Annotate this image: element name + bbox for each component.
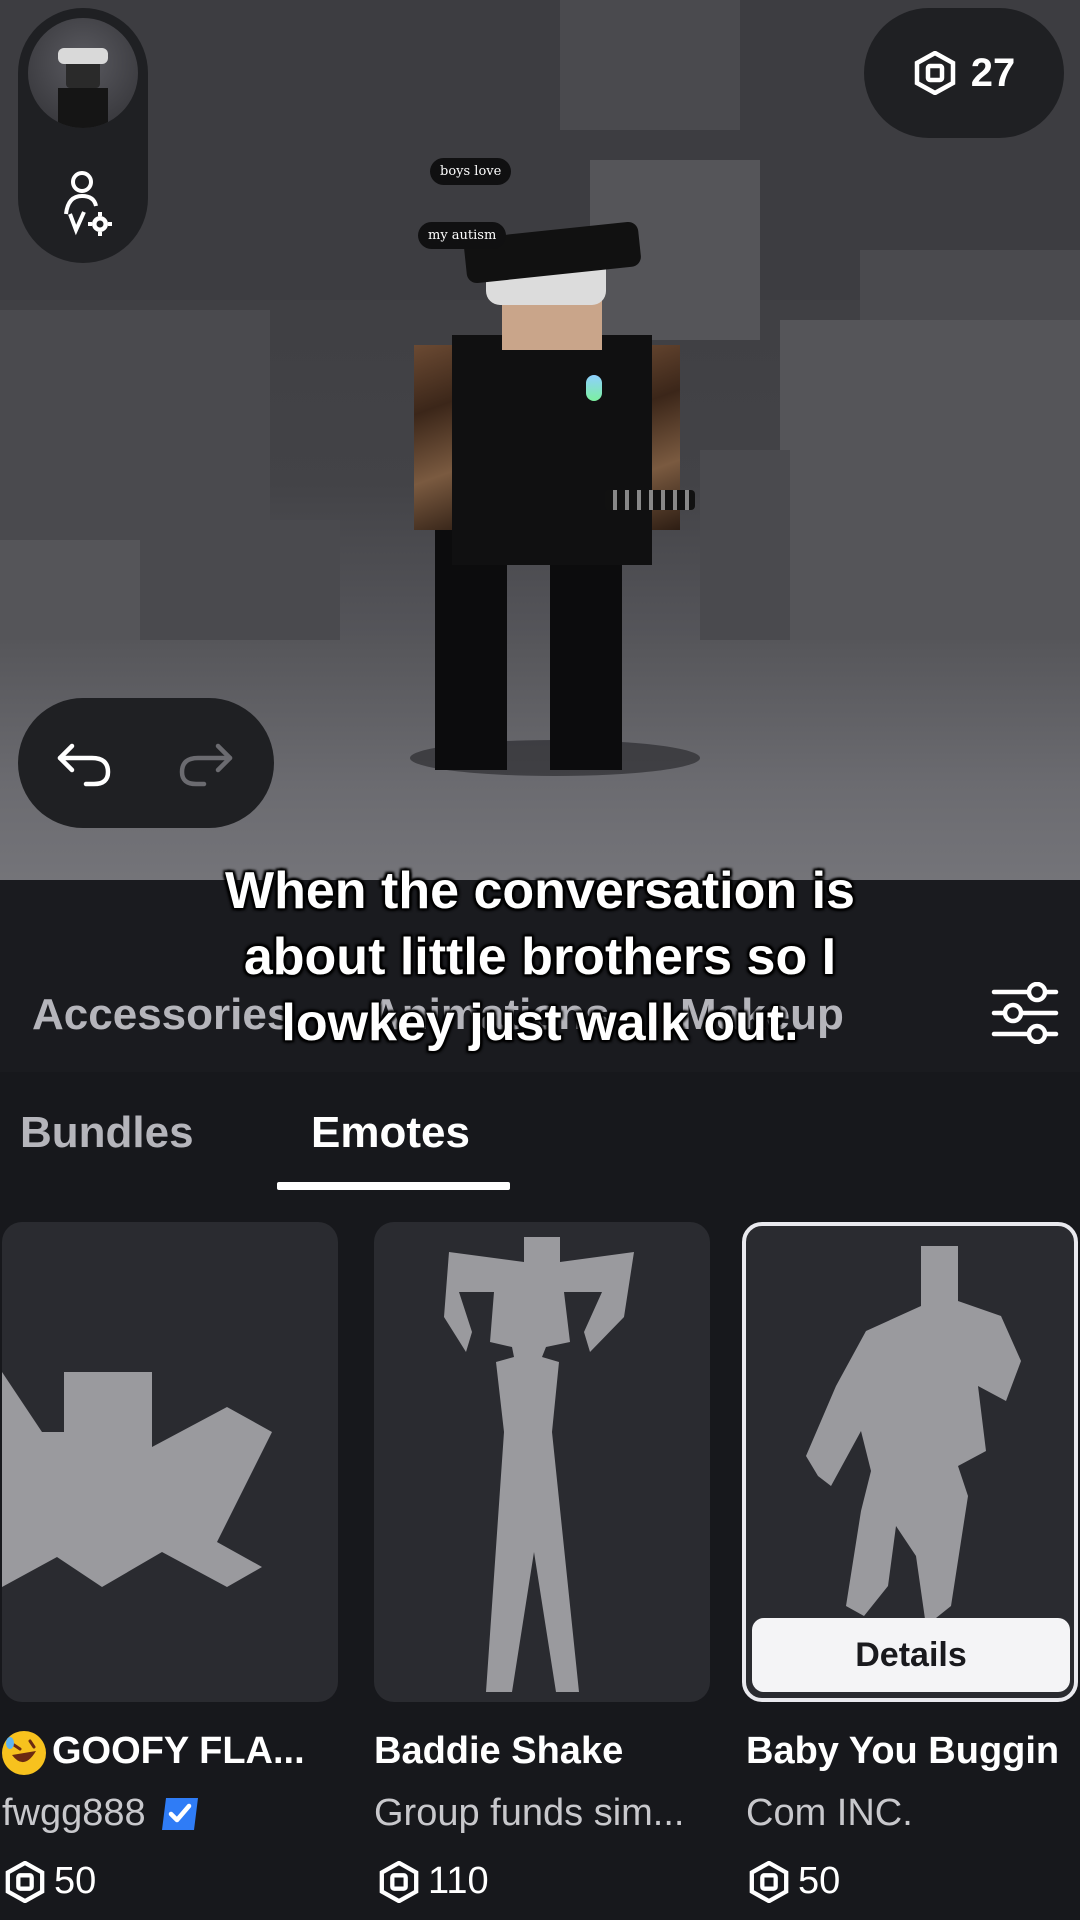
item-price: 50 — [4, 1860, 96, 1903]
creator-name: fwgg888 — [2, 1792, 146, 1834]
robux-icon — [749, 1860, 789, 1903]
tab-bundles[interactable]: Bundles — [20, 1108, 194, 1158]
character-right-leg — [550, 530, 622, 770]
robux-balance-value: 27 — [970, 50, 1016, 95]
price-value: 50 — [54, 1860, 97, 1902]
speech-bubble: boys love — [430, 158, 512, 185]
item-price: 50 — [748, 1860, 840, 1903]
filter-sliders-icon[interactable] — [990, 981, 1060, 1045]
verified-badge-icon — [161, 1797, 198, 1830]
avatar-settings-icon[interactable] — [58, 168, 114, 238]
emote-card[interactable] — [374, 1222, 710, 1702]
speech-bubble: my autism — [418, 222, 507, 249]
item-creator[interactable]: Com INC. — [746, 1792, 913, 1835]
item-name[interactable]: Baby You Buggin — [746, 1730, 1059, 1773]
caption-line: about little brothers so I — [243, 928, 837, 986]
thumb-hair — [58, 48, 108, 64]
undo-redo-controls — [18, 698, 274, 828]
robux-icon — [379, 1860, 419, 1903]
character-torso — [452, 335, 652, 565]
item-creator[interactable]: fwgg888 — [2, 1792, 200, 1835]
price-value: 110 — [428, 1860, 489, 1902]
creator-name: Com INC. — [746, 1792, 913, 1834]
character-studded-belt — [605, 490, 695, 510]
emote-thumbnail — [2, 1372, 272, 1587]
undo-icon[interactable] — [56, 738, 112, 788]
redo-icon[interactable] — [178, 738, 234, 788]
robux-icon — [5, 1860, 45, 1903]
emote-card[interactable] — [2, 1222, 338, 1702]
item-creator[interactable]: Group funds sim... — [374, 1792, 684, 1835]
item-price: 110 — [378, 1860, 489, 1903]
price-value: 50 — [798, 1860, 841, 1902]
character-left-leg — [435, 530, 507, 770]
robux-icon — [914, 51, 955, 95]
thumb-body — [58, 88, 108, 128]
rolling-on-floor-laughing-icon — [2, 1730, 46, 1775]
caption-line: When the conversation is — [225, 862, 855, 920]
backdrop-block — [560, 0, 740, 130]
details-button[interactable]: Details — [752, 1618, 1070, 1692]
item-name-text: GOOFY FLA... — [52, 1730, 305, 1772]
emote-thumbnail — [444, 1237, 634, 1692]
video-caption: When the conversation is about little br… — [140, 858, 940, 1056]
tab-emotes[interactable]: Emotes — [311, 1108, 470, 1158]
emote-card-selected[interactable]: Details — [742, 1222, 1078, 1702]
subtab-bar: Bundles Emotes — [0, 1072, 1080, 1192]
item-name[interactable]: Baddie Shake — [374, 1730, 623, 1773]
creator-name: Group funds sim... — [374, 1792, 685, 1834]
avatar-menu — [18, 8, 148, 263]
avatar-character[interactable] — [410, 120, 700, 780]
avatar-thumbnail[interactable] — [28, 18, 138, 128]
active-tab-indicator — [277, 1182, 510, 1190]
character-badge — [586, 375, 602, 401]
item-name[interactable]: GOOFY FLA... — [2, 1730, 305, 1775]
caption-line: lowkey just walk out. — [281, 994, 799, 1052]
robux-balance[interactable]: 27 — [864, 8, 1064, 138]
